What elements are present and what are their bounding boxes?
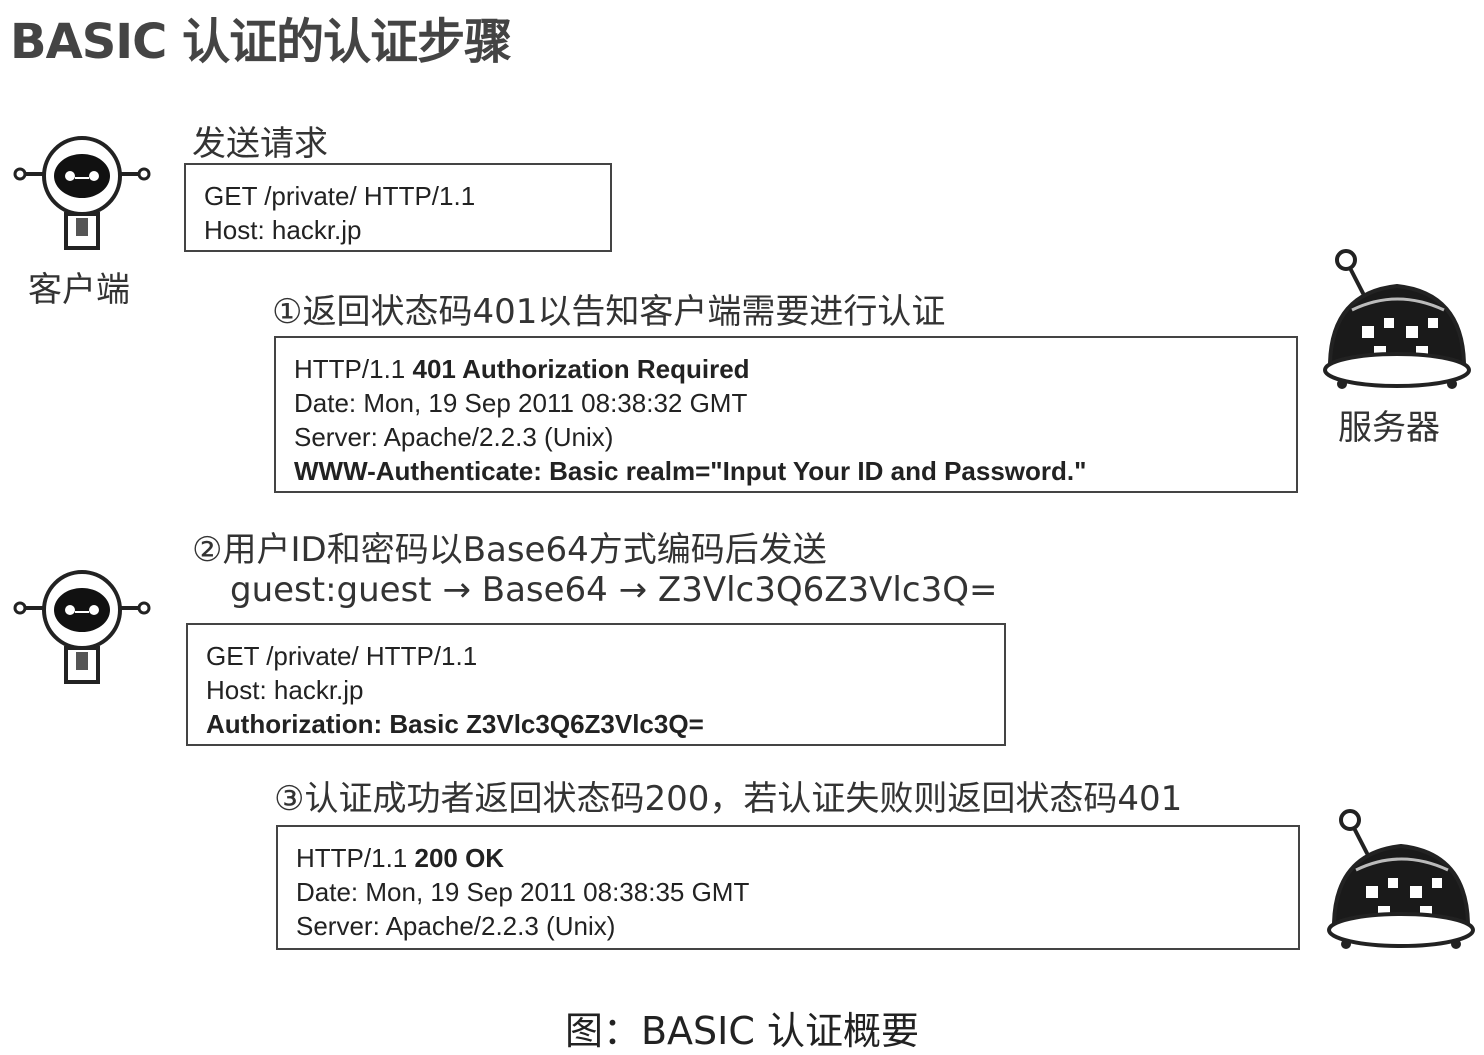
- response-200-box: HTTP/1.1 200 OK Date: Mon, 19 Sep 2011 0…: [276, 825, 1300, 950]
- server-header: Server: Apache/2.2.3 (Unix): [296, 911, 616, 941]
- client-label: 客户端: [28, 270, 130, 310]
- request-host: Host: hackr.jp: [206, 675, 364, 705]
- figure-caption: 图：BASIC 认证概要: [564, 1009, 919, 1053]
- server-label: 服务器: [1338, 408, 1440, 448]
- request-line: GET /private/ HTTP/1.1: [204, 181, 476, 211]
- status-prefix: HTTP/1.1: [296, 843, 415, 873]
- request-box-2: GET /private/ HTTP/1.1 Host: hackr.jp Au…: [186, 623, 1006, 746]
- client-robot-icon: [13, 136, 151, 250]
- page-title: BASIC 认证的认证步骤: [10, 14, 512, 70]
- request-box-1: GET /private/ HTTP/1.1 Host: hackr.jp: [184, 163, 612, 252]
- step2-label: ②用户ID和密码以Base64方式编码后发送: [192, 530, 827, 570]
- step1-label: ①返回状态码401以告知客户端需要进行认证: [272, 292, 946, 332]
- request-host: Host: hackr.jp: [204, 215, 362, 245]
- step3-label: ③认证成功者返回状态码200，若认证失败则返回状态码401: [274, 779, 1183, 819]
- server-header: Server: Apache/2.2.3 (Unix): [294, 422, 614, 452]
- response-401-box: HTTP/1.1 401 Authorization Required Date…: [274, 336, 1298, 493]
- authorization-header: Authorization: Basic Z3Vlc3Q6Z3Vlc3Q=: [206, 709, 704, 739]
- send-request-label: 发送请求: [192, 124, 328, 164]
- status-prefix: HTTP/1.1: [294, 354, 413, 384]
- date-header: Date: Mon, 19 Sep 2011 08:38:32 GMT: [294, 388, 748, 418]
- server-robot-icon: [1327, 809, 1475, 949]
- date-header: Date: Mon, 19 Sep 2011 08:38:35 GMT: [296, 877, 750, 907]
- base64-encoding: guest:guest → Base64 → Z3Vlc3Q6Z3Vlc3Q=: [230, 570, 998, 610]
- client-robot-icon: [13, 570, 151, 684]
- status-text: 401 Authorization Required: [412, 354, 750, 384]
- status-line-401: HTTP/1.1 401 Authorization Required: [294, 352, 1278, 386]
- status-line-200: HTTP/1.1 200 OK: [296, 841, 1280, 875]
- status-text: 200 OK: [414, 843, 505, 873]
- www-authenticate-header: WWW-Authenticate: Basic realm="Input You…: [294, 456, 1087, 486]
- request-line: GET /private/ HTTP/1.1: [206, 641, 478, 671]
- server-robot-icon: [1323, 249, 1471, 389]
